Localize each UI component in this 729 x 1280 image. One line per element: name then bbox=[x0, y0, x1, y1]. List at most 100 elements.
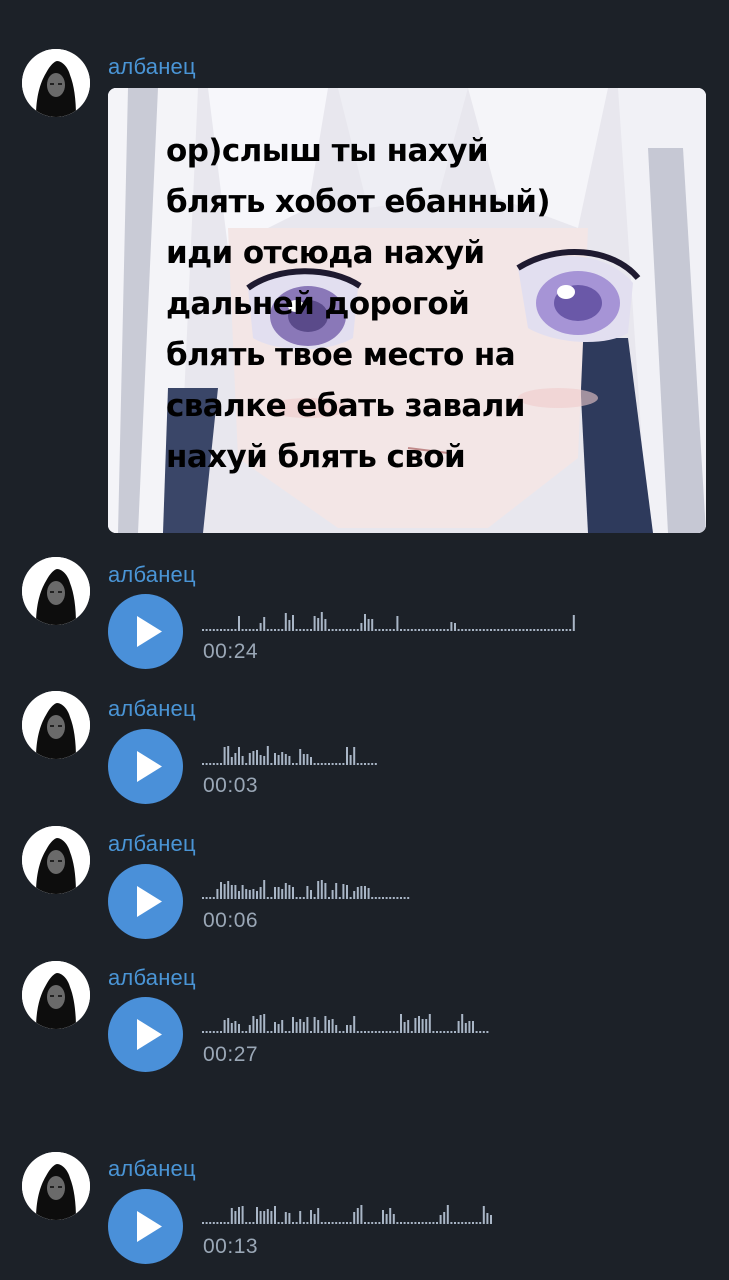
waveform-bar bbox=[284, 883, 287, 899]
waveform-bar bbox=[360, 1205, 363, 1224]
avatar[interactable] bbox=[22, 1152, 90, 1220]
waveform-bar bbox=[245, 1222, 248, 1224]
waveform-bar bbox=[338, 897, 341, 899]
waveform-bar bbox=[216, 889, 219, 899]
avatar[interactable] bbox=[22, 49, 90, 117]
play-button[interactable] bbox=[108, 997, 183, 1072]
play-icon bbox=[137, 616, 162, 647]
waveform-bar bbox=[227, 881, 230, 899]
waveform-bar bbox=[533, 629, 536, 631]
sticker-image[interactable]: ор)слыш ты нахуй блять хобот ебанный) ид… bbox=[108, 88, 706, 533]
waveform-bar bbox=[472, 1021, 474, 1033]
voice-waveform[interactable] bbox=[202, 607, 580, 631]
waveform-bar bbox=[364, 1222, 366, 1224]
waveform-bar bbox=[220, 1031, 222, 1033]
waveform-bar bbox=[202, 629, 204, 631]
waveform-bar bbox=[385, 629, 388, 631]
voice-waveform[interactable] bbox=[202, 875, 415, 899]
waveform-bar bbox=[396, 1222, 399, 1224]
waveform-bar bbox=[428, 1014, 431, 1033]
waveform-bar bbox=[389, 897, 392, 899]
play-button[interactable] bbox=[108, 729, 183, 804]
waveform-bar bbox=[310, 757, 312, 765]
waveform-bar bbox=[403, 629, 406, 631]
waveform-bar bbox=[252, 751, 255, 765]
waveform-bar bbox=[364, 614, 366, 631]
waveform-bar bbox=[212, 1031, 215, 1033]
waveform-bar bbox=[482, 1031, 485, 1033]
waveform-bar bbox=[378, 1031, 381, 1033]
waveform-bar bbox=[292, 887, 294, 899]
waveform-bar bbox=[241, 629, 244, 631]
waveform-bar bbox=[220, 882, 222, 899]
waveform-bar bbox=[360, 763, 363, 765]
waveform-bar bbox=[410, 1031, 413, 1033]
waveform-bar bbox=[223, 629, 226, 631]
play-button[interactable] bbox=[108, 594, 183, 669]
waveform-bar bbox=[320, 763, 323, 765]
waveform-bar bbox=[234, 753, 237, 765]
waveform-bar bbox=[511, 629, 514, 631]
waveform-bar bbox=[443, 1212, 446, 1224]
waveform-bar bbox=[202, 897, 204, 899]
waveform-bar bbox=[536, 629, 539, 631]
waveform-bar bbox=[223, 884, 226, 899]
waveform-bar bbox=[389, 1208, 392, 1224]
waveform-bar bbox=[248, 1222, 251, 1224]
waveform-bar bbox=[493, 629, 496, 631]
voice-waveform[interactable] bbox=[202, 1200, 498, 1224]
waveform-bar bbox=[212, 629, 215, 631]
waveform-bar bbox=[295, 629, 298, 631]
waveform-bar bbox=[461, 1222, 464, 1224]
waveform-bar bbox=[277, 755, 280, 765]
waveform-bar bbox=[374, 1222, 377, 1224]
waveform-bar bbox=[324, 619, 327, 631]
waveform-bar bbox=[245, 1031, 248, 1033]
sender-name[interactable]: албанец bbox=[108, 562, 196, 588]
waveform-bar bbox=[331, 890, 334, 899]
sender-name[interactable]: албанец bbox=[108, 696, 196, 722]
waveform-bar bbox=[216, 1031, 219, 1033]
avatar[interactable] bbox=[22, 961, 90, 1029]
waveform-bar bbox=[248, 629, 251, 631]
waveform-bar bbox=[223, 1222, 226, 1224]
waveform-bar bbox=[266, 746, 269, 765]
waveform-bar bbox=[356, 629, 359, 631]
sender-name[interactable]: албанец bbox=[108, 965, 196, 991]
waveform-bar bbox=[324, 883, 327, 899]
voice-waveform[interactable] bbox=[202, 741, 382, 765]
waveform-bar bbox=[468, 1021, 471, 1033]
voice-waveform[interactable] bbox=[202, 1009, 494, 1033]
waveform-bar bbox=[353, 747, 356, 765]
waveform-bar bbox=[299, 749, 302, 765]
play-button[interactable] bbox=[108, 1189, 183, 1264]
sender-name[interactable]: албанец bbox=[108, 1156, 196, 1182]
waveform-bar bbox=[439, 1215, 442, 1224]
waveform-bar bbox=[248, 1025, 251, 1033]
avatar[interactable] bbox=[22, 557, 90, 625]
waveform-bar bbox=[317, 763, 320, 765]
waveform-bar bbox=[230, 885, 233, 899]
waveform-bar bbox=[241, 885, 244, 899]
waveform-bar bbox=[230, 1023, 233, 1033]
sender-name[interactable]: албанец bbox=[108, 54, 196, 80]
avatar[interactable] bbox=[22, 826, 90, 894]
waveform-bar bbox=[443, 1031, 446, 1033]
waveform-bar bbox=[371, 619, 374, 631]
waveform-bar bbox=[353, 1212, 356, 1224]
sender-name[interactable]: албанец bbox=[108, 831, 196, 857]
waveform-bar bbox=[274, 1206, 276, 1224]
waveform-bar bbox=[346, 1025, 348, 1033]
play-button[interactable] bbox=[108, 864, 183, 939]
avatar[interactable] bbox=[22, 691, 90, 759]
waveform-bar bbox=[490, 1215, 492, 1224]
waveform-bar bbox=[252, 1016, 255, 1033]
waveform-bar bbox=[223, 747, 226, 765]
waveform-bar bbox=[284, 754, 287, 765]
play-icon bbox=[137, 1019, 162, 1050]
waveform-bar bbox=[263, 617, 266, 631]
waveform-bar bbox=[461, 1014, 464, 1033]
waveform-bar bbox=[320, 612, 323, 631]
waveform-bar bbox=[331, 1222, 334, 1224]
waveform-bar bbox=[374, 897, 377, 899]
